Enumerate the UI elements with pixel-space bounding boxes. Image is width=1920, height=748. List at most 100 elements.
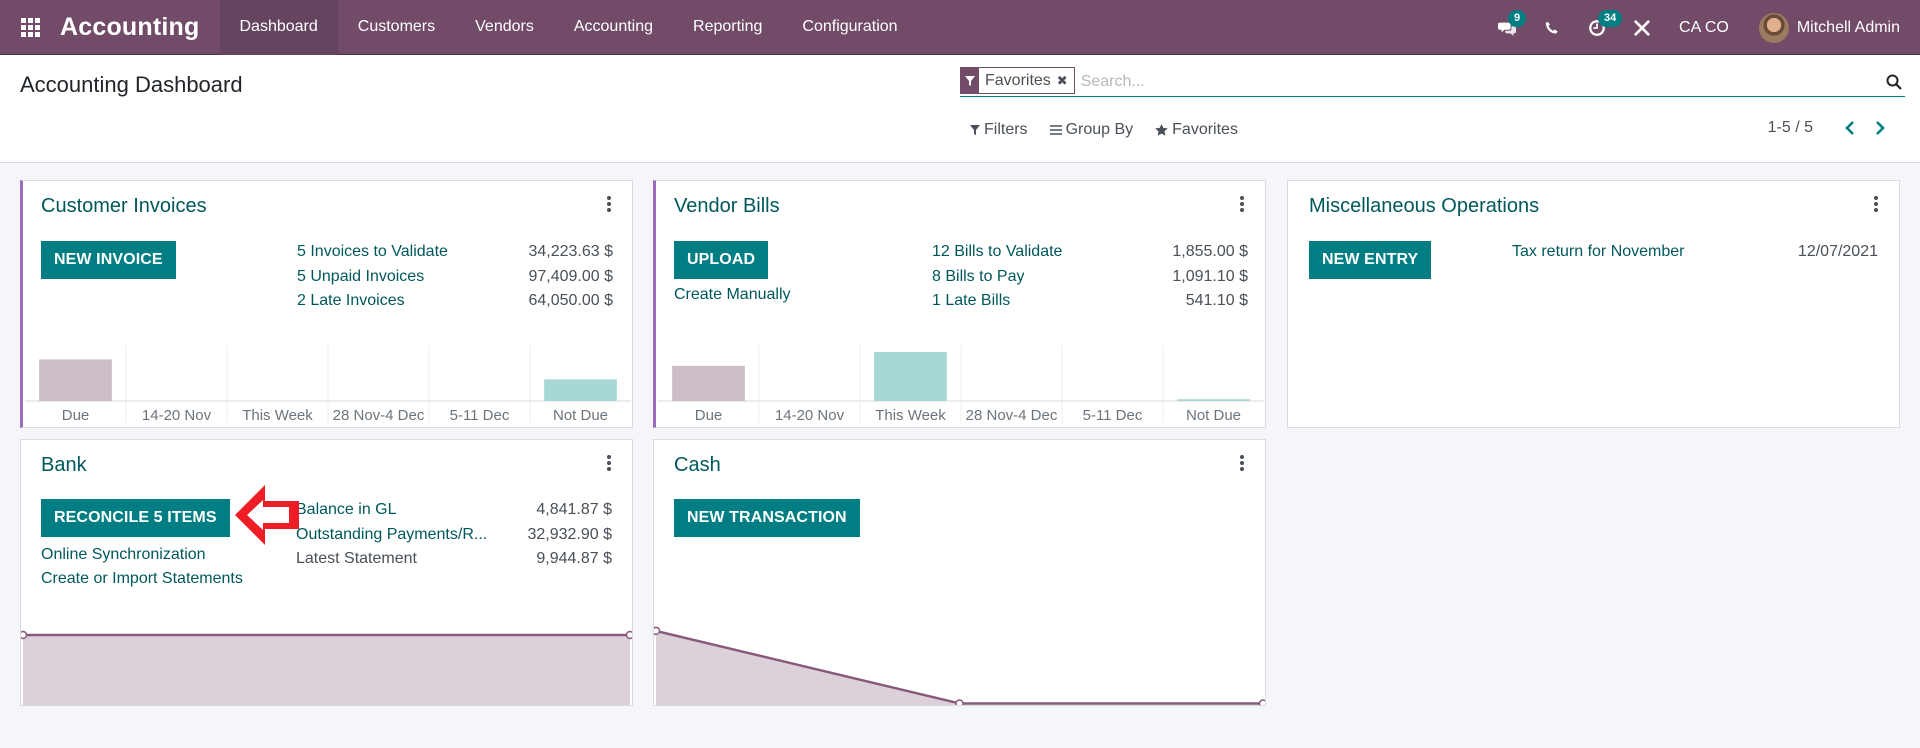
stat-label[interactable]: 1 Late Bills — [932, 292, 1010, 310]
card-title[interactable]: Cash — [674, 454, 721, 477]
phone-button[interactable] — [1529, 0, 1574, 55]
stat-label[interactable]: 12 Bills to Validate — [932, 243, 1062, 261]
bar — [39, 359, 112, 401]
search-input[interactable] — [1074, 72, 1883, 91]
bill-stats: 12 Bills to Validate 1,855.00 $ 8 Bills t… — [932, 240, 1248, 314]
customer-invoices-card: Customer Invoices NEW INVOICE 5 Invoices… — [20, 180, 633, 428]
top-navbar: Accounting Dashboard Customers Vendors A… — [0, 0, 1920, 55]
app-name[interactable]: Accounting — [60, 13, 220, 42]
search-icon — [1886, 74, 1902, 90]
tick-label: 28 Nov-4 Dec — [966, 407, 1058, 424]
company-switcher[interactable]: CA CO — [1664, 19, 1759, 37]
menu-configuration[interactable]: Configuration — [782, 0, 917, 55]
data-point — [654, 626, 661, 636]
phone-icon — [1545, 21, 1558, 34]
invoice-aging-chart[interactable]: Due 14-20 Nov This Week 28 Nov-4 Dec 5-11 De… — [25, 343, 631, 427]
filters-dropdown[interactable]: Filters — [970, 121, 1028, 139]
data-point — [955, 699, 964, 705]
stat-row: 2 Late Invoices 64,050.00 $ — [297, 289, 613, 314]
debug-tools-button[interactable] — [1619, 0, 1664, 55]
create-manually-link[interactable]: Create Manually — [674, 286, 791, 304]
entry-date: 12/07/2021 — [1797, 243, 1878, 260]
menu-customers[interactable]: Customers — [338, 0, 455, 55]
filters-label: Filters — [984, 121, 1028, 138]
bank-chart-svg — [21, 630, 632, 705]
groupby-dropdown[interactable]: Group By — [1049, 121, 1133, 139]
pager: 1-5 / 5 — [1768, 119, 1895, 137]
user-name: Mitchell Admin — [1796, 18, 1900, 36]
stat-value: 9,944.87 $ — [536, 550, 612, 568]
stat-value: 64,050.00 $ — [528, 292, 613, 310]
activity-menu[interactable]: 34 — [1574, 0, 1623, 55]
bank-balance-chart[interactable] — [21, 585, 632, 705]
card-title[interactable]: Bank — [41, 454, 87, 477]
stat-value: 4,841.87 $ — [536, 501, 612, 519]
stat-value: 97,409.00 $ — [528, 267, 613, 285]
control-panel: Accounting Dashboard Favorites ✖ Filters… — [0, 55, 1920, 163]
kebab-menu-icon[interactable] — [1237, 195, 1247, 213]
main-menu: Dashboard Customers Vendors Accounting R… — [219, 0, 918, 55]
bar — [672, 365, 745, 401]
stat-label[interactable]: 5 Invoices to Validate — [297, 243, 448, 261]
tick-label: Due — [695, 407, 723, 424]
menu-accounting[interactable]: Accounting — [554, 0, 673, 55]
new-transaction-button[interactable]: NEW TRANSACTION — [674, 499, 860, 537]
stat-value: 34,223.63 $ — [528, 243, 613, 261]
menu-dashboard[interactable]: Dashboard — [219, 0, 338, 55]
facet-remove-icon[interactable]: ✖ — [1057, 73, 1074, 89]
messaging-menu[interactable]: 9 — [1484, 0, 1529, 55]
user-menu[interactable]: Mitchell Admin — [1758, 12, 1920, 43]
stat-value: 541.10 $ — [1185, 292, 1248, 310]
online-sync-link[interactable]: Online Synchronization — [41, 546, 206, 564]
tick-label: This Week — [875, 407, 946, 424]
apps-menu-button[interactable] — [0, 0, 60, 55]
menu-vendors[interactable]: Vendors — [455, 0, 554, 55]
bar — [544, 379, 617, 401]
stat-row: Latest Statement 9,944.87 $ — [296, 547, 612, 572]
cash-balance-chart[interactable] — [654, 605, 1265, 705]
data-point — [21, 630, 28, 640]
stat-label[interactable]: Latest Statement — [296, 550, 417, 568]
new-invoice-button[interactable]: NEW INVOICE — [41, 241, 176, 279]
tick-label: 14-20 Nov — [775, 407, 845, 424]
kebab-menu-icon[interactable] — [604, 195, 614, 213]
stat-label[interactable]: 8 Bills to Pay — [932, 268, 1024, 286]
tick-label: 28 Nov-4 Dec — [333, 407, 425, 424]
card-title[interactable]: Customer Invoices — [41, 195, 207, 218]
filter-icon — [970, 125, 980, 135]
kebab-menu-icon[interactable] — [1237, 454, 1247, 472]
bank-card: Bank RECONCILE 5 ITEMS Online Synchroniz… — [20, 439, 633, 706]
pager-value[interactable]: 1-5 / 5 — [1768, 119, 1813, 137]
reconcile-button[interactable]: RECONCILE 5 ITEMS — [41, 499, 230, 537]
data-point — [625, 630, 632, 640]
tick-label: 14-20 Nov — [142, 407, 212, 424]
messages-badge: 9 — [1508, 10, 1527, 27]
pager-next[interactable] — [1865, 121, 1895, 135]
stat-label[interactable]: Balance in GL — [296, 501, 397, 519]
avatar — [1758, 12, 1789, 43]
stat-label[interactable]: 2 Late Invoices — [297, 292, 405, 310]
bill-aging-chart[interactable]: Due 14-20 Nov This Week 28 Nov-4 Dec 5-11 De… — [658, 343, 1264, 427]
stat-value: 1,855.00 $ — [1172, 243, 1248, 261]
stat-row: 12 Bills to Validate 1,855.00 $ — [932, 240, 1248, 265]
stat-row: Balance in GL 4,841.87 $ — [296, 498, 612, 523]
new-entry-button[interactable]: NEW ENTRY — [1309, 241, 1432, 279]
stat-row: Outstanding Payments/R... 32,932.90 $ — [296, 523, 612, 548]
entry-link[interactable]: Tax return for November — [1512, 243, 1685, 261]
card-title[interactable]: Vendor Bills — [674, 195, 780, 218]
stat-label[interactable]: Outstanding Payments/R... — [296, 526, 487, 544]
search-bar: Favorites ✖ — [960, 67, 1905, 97]
favorites-dropdown[interactable]: Favorites — [1155, 121, 1238, 139]
kebab-menu-icon[interactable] — [604, 454, 614, 472]
systray: 9 34 CA CO Mitchell Admin — [1484, 0, 1920, 55]
search-button[interactable] — [1883, 71, 1905, 93]
kebab-menu-icon[interactable] — [1871, 195, 1881, 213]
menu-reporting[interactable]: Reporting — [673, 0, 782, 55]
data-point — [1258, 699, 1265, 705]
card-title[interactable]: Miscellaneous Operations — [1309, 195, 1539, 218]
tick-label: Not Due — [1186, 407, 1241, 424]
pager-previous[interactable] — [1835, 121, 1865, 135]
area-fill — [23, 634, 630, 705]
stat-label[interactable]: 5 Unpaid Invoices — [297, 268, 424, 286]
upload-button[interactable]: UPLOAD — [674, 241, 769, 279]
